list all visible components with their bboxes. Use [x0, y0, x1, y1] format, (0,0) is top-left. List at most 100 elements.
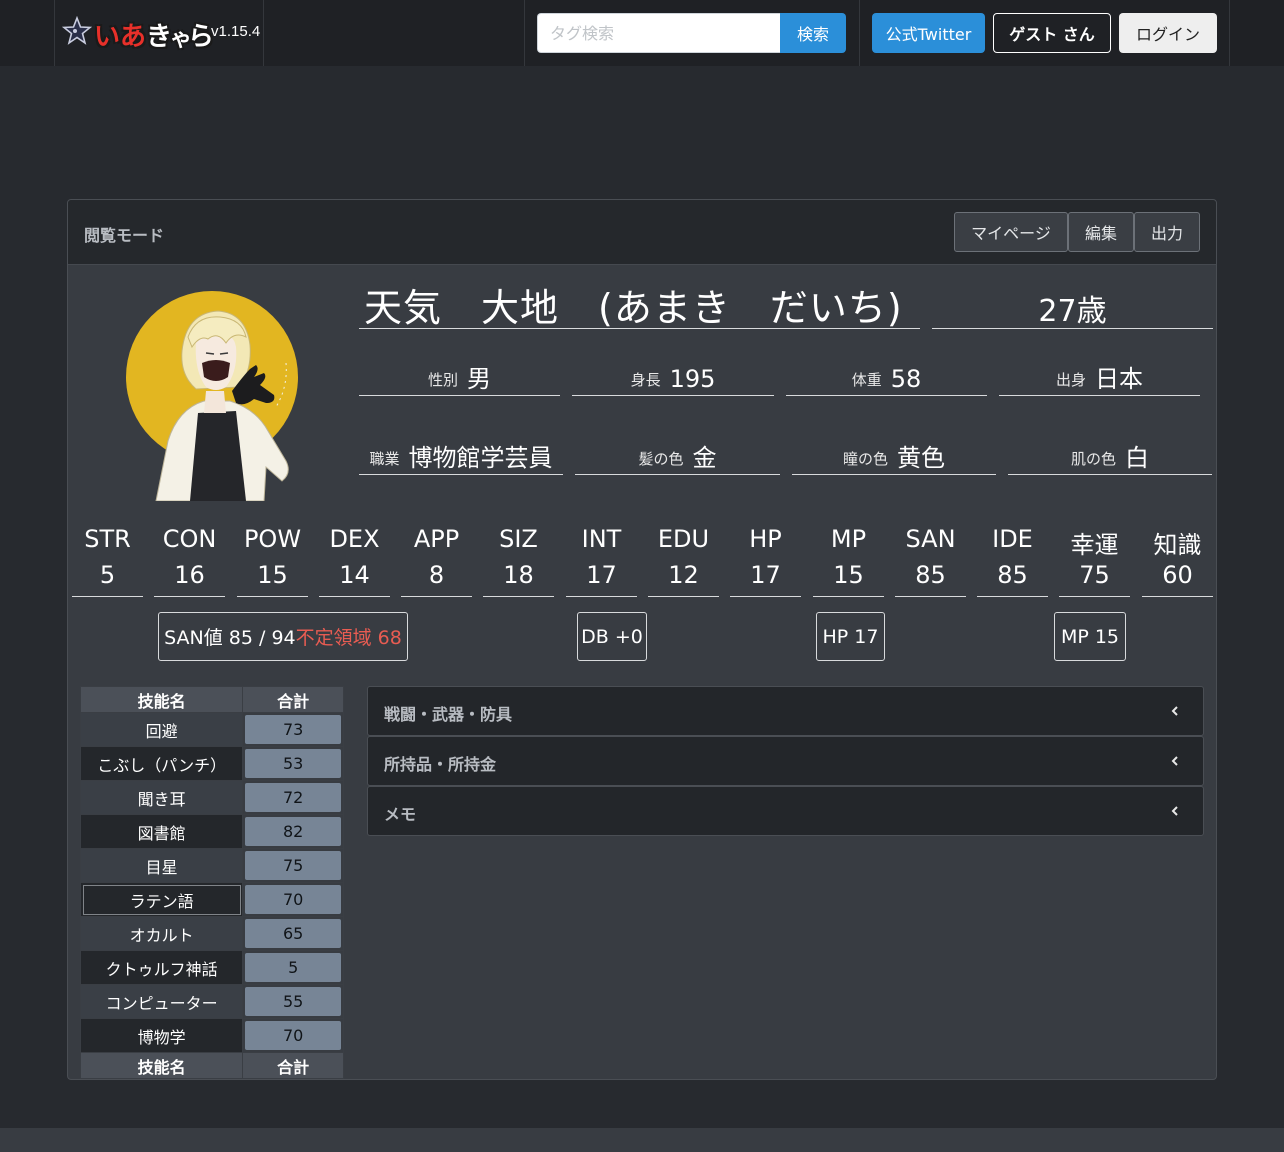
skill-name: 回避 — [79, 712, 244, 747]
skill-name: クトゥルフ神話 — [79, 950, 244, 985]
character-avatar — [126, 291, 298, 501]
brand-logo-link[interactable]: い あ き ゃ ら — [62, 15, 214, 52]
stat-value: 15 — [257, 561, 288, 589]
stat-value: 17 — [586, 561, 617, 589]
stat-hp: HP 17 — [730, 525, 801, 597]
skill-total-cell: 70 — [242, 1018, 344, 1053]
stat-value: 16 — [174, 561, 205, 589]
edit-button[interactable]: 編集 — [1068, 212, 1134, 252]
stat-value: 8 — [428, 561, 445, 589]
field-label: 髪の色 — [638, 450, 684, 468]
occupation-field: 職業 博物館学芸員 — [359, 443, 563, 475]
weight-field: 体重 58 — [786, 364, 987, 396]
login-button[interactable]: ログイン — [1119, 13, 1217, 53]
stat-label: SAN — [905, 525, 956, 553]
accordion-combat-weapons-armor[interactable]: 戦闘・武器・防具 — [367, 686, 1204, 736]
san-value-badge: SAN値 85 / 94 不定領域 68 — [158, 612, 408, 661]
skill-name: 目星 — [79, 848, 244, 883]
table-row: 目星 75 — [79, 848, 344, 883]
export-button[interactable]: 出力 — [1134, 212, 1200, 252]
stat-label: HP — [749, 525, 782, 553]
skill-total-cell: 75 — [242, 848, 344, 883]
character-age: 27歳 — [1038, 294, 1107, 329]
skill-name: 博物学 — [79, 1018, 244, 1053]
skill-total-cell: 73 — [242, 712, 344, 747]
skill-total: 65 — [245, 919, 341, 948]
skill-total: 73 — [245, 715, 341, 744]
field-label: 身長 — [630, 371, 661, 389]
stat-label: SIZ — [499, 525, 538, 553]
character-name: 天気 大地 (あまき だいち) — [364, 286, 903, 330]
table-row: ラテン語 70 — [79, 882, 344, 917]
character-age-field: 27歳 — [932, 272, 1213, 329]
height-field: 身長 195 — [572, 364, 774, 396]
stat-label: EDU — [657, 525, 710, 553]
stat-mp: MP 15 — [813, 525, 884, 597]
search-button[interactable]: 検索 — [780, 13, 846, 53]
official-twitter-button[interactable]: 公式Twitter — [872, 13, 985, 53]
stat-label: STR — [84, 525, 131, 553]
stat-str: STR 5 — [72, 525, 143, 597]
stat-value: 85 — [915, 561, 946, 589]
table-row: オカルト 65 — [79, 916, 344, 951]
stat-app: APP 8 — [401, 525, 472, 597]
accordion-title: メモ — [384, 805, 417, 824]
skill-name: オカルト — [79, 916, 244, 951]
stat-ide: IDE 85 — [977, 525, 1048, 597]
chevron-left-icon — [1171, 806, 1178, 816]
sex-field: 性別 男 — [359, 364, 560, 396]
skill-name: ラテン語 — [79, 882, 244, 917]
field-label: 肌の色 — [1070, 450, 1116, 468]
stat-value: 5 — [99, 561, 116, 589]
skill-name: こぶし（パンチ） — [79, 746, 244, 781]
field-value: 男 — [467, 365, 491, 393]
hair-color-field: 髪の色 金 — [575, 443, 780, 475]
mypage-button[interactable]: マイページ — [954, 212, 1068, 252]
table-row: 図書館 82 — [79, 814, 344, 849]
stat-pow: POW 15 — [237, 525, 308, 597]
skill-total-cell: 82 — [242, 814, 344, 849]
card-header: 閲覧モード マイページ 編集 出力 — [68, 200, 1216, 265]
skill-name: 聞き耳 — [79, 780, 244, 815]
character-name-field: 天気 大地 (あまき だいち) — [359, 272, 920, 330]
birthplace-field: 出身 日本 — [999, 364, 1200, 396]
field-value: 195 — [669, 365, 716, 393]
guest-user-button[interactable]: ゲスト さん — [993, 13, 1111, 53]
stat-value: 60 — [1162, 561, 1193, 589]
app-version: v1.15.4 — [211, 23, 261, 40]
skill-total-cell: 72 — [242, 780, 344, 815]
skill-total: 82 — [245, 817, 341, 846]
stat-value: 15 — [833, 561, 864, 589]
stat-label: CON — [162, 525, 217, 553]
eye-color-field: 瞳の色 黄色 — [792, 443, 996, 475]
footer-bar — [0, 1128, 1284, 1152]
skill-total: 5 — [245, 953, 341, 982]
table-row: コンピューター 55 — [79, 984, 344, 1019]
field-label: 瞳の色 — [842, 450, 888, 468]
stat-luck: 幸運 75 — [1059, 525, 1130, 597]
tag-search-input[interactable] — [537, 13, 781, 53]
accordion-memo[interactable]: メモ — [367, 786, 1204, 836]
skill-name-header: 技能名 — [79, 686, 244, 713]
skill-name: コンピューター — [79, 984, 244, 1019]
stat-san: SAN 85 — [895, 525, 966, 597]
stat-value: 85 — [997, 561, 1028, 589]
field-value: 黄色 — [897, 444, 945, 472]
stat-knowledge: 知識 60 — [1142, 525, 1213, 597]
table-row: クトゥルフ神話 5 — [79, 950, 344, 985]
san-value-text: SAN値 85 / 94 — [164, 627, 296, 649]
accordion-belongings-money[interactable]: 所持品・所持金 — [367, 736, 1204, 786]
skill-total-cell: 5 — [242, 950, 344, 985]
skill-name: 図書館 — [79, 814, 244, 849]
skill-total: 72 — [245, 783, 341, 812]
character-sheet-card: 閲覧モード マイページ 編集 出力 天気 大地 (あまき だいち) 27歳 性別… — [67, 199, 1217, 1080]
skill-total: 53 — [245, 749, 341, 778]
mp-badge: MP 15 — [1054, 612, 1126, 661]
table-footer-row: 技能名 合計 — [79, 1052, 344, 1079]
skill-total-cell: 65 — [242, 916, 344, 951]
navbar: い あ き ゃ ら v1.15.4 検索 公式Twitter ゲスト さん ログ… — [0, 0, 1284, 66]
skill-total: 75 — [245, 851, 341, 880]
field-label: 職業 — [369, 450, 400, 468]
hp-badge: HP 17 — [816, 612, 885, 661]
skill-total-header: 合計 — [242, 686, 344, 713]
